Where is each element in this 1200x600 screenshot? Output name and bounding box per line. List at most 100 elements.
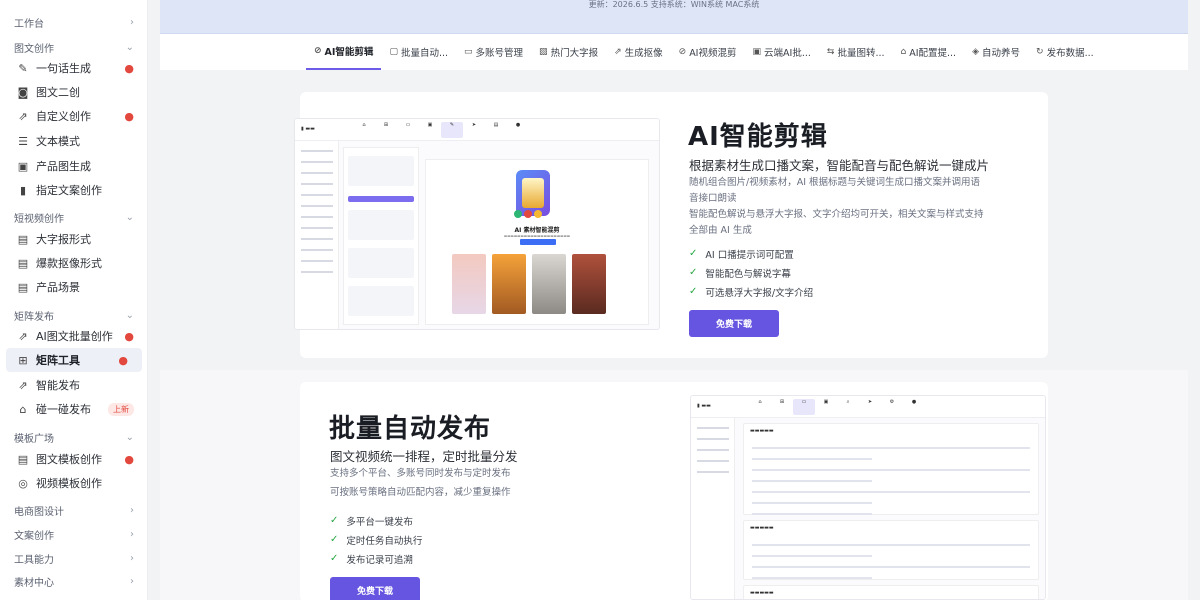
feature-tab[interactable]: ⇗ 生成抠像 bbox=[606, 34, 671, 70]
sidebar-item[interactable]: ▣ 产品图生成 bbox=[0, 154, 148, 178]
tab-label: AI配置提... bbox=[909, 48, 957, 59]
sidebar-item[interactable]: ▤ 爆款抠像形式 bbox=[0, 251, 148, 275]
tab-icon: ⊘ bbox=[678, 47, 687, 57]
chevron-right-icon: › bbox=[130, 16, 134, 28]
sidebar-item[interactable]: ▮ 指定文案创作 bbox=[0, 178, 148, 202]
checklist-item: ✓ 多平台一键发布 bbox=[330, 511, 422, 530]
feature-tab[interactable]: ▭ 多账号管理 bbox=[456, 34, 531, 70]
feature-tab[interactable]: ▣ 云端AI批... bbox=[745, 34, 819, 70]
feature-tab[interactable]: ↻ 发布数据... bbox=[1028, 34, 1102, 70]
feature-tab[interactable]: ⇆ 批量图转... bbox=[819, 34, 893, 70]
document-icon: ☰ bbox=[18, 134, 28, 148]
apple-icon: ● bbox=[124, 61, 134, 75]
sidebar-group[interactable]: 文案创作 › bbox=[0, 524, 148, 544]
checklist-text: 发布记录可追溯 bbox=[346, 554, 413, 566]
mock-color-dots bbox=[514, 210, 544, 218]
feature-tab[interactable]: ◈ 自动养号 bbox=[964, 34, 1028, 70]
sidebar-item[interactable]: ▤ 大字报形式 bbox=[0, 227, 148, 251]
mock-edit-icon: ✎ bbox=[441, 122, 463, 138]
sidebar-group[interactable]: 短视频创作 ⌄ bbox=[0, 207, 148, 227]
sidebar-item[interactable]: ⊞ 矩阵工具 ● bbox=[6, 348, 142, 372]
home-icon: ⌂ bbox=[19, 402, 27, 416]
tab-icon: ▣ bbox=[752, 47, 762, 57]
sidebar-group-label: 工具能力 bbox=[14, 554, 54, 566]
tab-icon: ⌂ bbox=[900, 47, 907, 57]
video-icon: ◎ bbox=[18, 476, 28, 490]
check-icon: ✓ bbox=[689, 248, 698, 259]
tab-icon: ⇆ bbox=[826, 47, 835, 57]
ai-edit-app-screenshot: ▮ ▬▬ ⌂ ⊞ ▭ ▣ ✎ ➤ ▤ ● AI 素材智能混剪 ▬▬▬▬▬▬▬▬▬… bbox=[294, 118, 660, 330]
template-icon: ▤ bbox=[17, 452, 29, 466]
mock-monitor-icon: ▭ bbox=[405, 122, 411, 128]
sidebar-group[interactable]: 电商图设计 › bbox=[0, 500, 148, 520]
feature-tabs-bar: ⊘ AI智能剪辑 ▢ 批量自动... ▭ 多账号管理 ▧ 热门大字报 ⇗ 生成抠像 ⊘ AI视频混剪 ▣… bbox=[160, 34, 1188, 70]
mock-settings-form bbox=[343, 147, 419, 325]
feature-tab[interactable]: ⌂ AI配置提... bbox=[893, 34, 965, 70]
sidebar-item-label: 大字报形式 bbox=[36, 233, 91, 246]
sidebar-item[interactable]: ✎ 一句话生成 ● bbox=[0, 56, 148, 80]
mock-home-icon: ⌂ bbox=[758, 399, 762, 405]
sidebar-group[interactable]: 矩阵发布 ⌄ bbox=[0, 305, 148, 325]
mock-doc-icon: ▤ bbox=[493, 122, 499, 128]
tab-label: 自动养号 bbox=[982, 48, 1021, 59]
apple-icon: ● bbox=[118, 353, 128, 367]
checklist-text: 可选悬浮大字报/文字介绍 bbox=[705, 287, 814, 299]
checklist-item: ✓ 发布记录可追溯 bbox=[330, 549, 422, 568]
tab-label: 热门大字报 bbox=[550, 48, 599, 59]
feature-tab[interactable]: ▧ 热门大字报 bbox=[531, 34, 606, 70]
section-title-batch-publish: 批量自动发布 bbox=[329, 414, 492, 444]
mock-sidebar bbox=[295, 141, 339, 329]
sidebar-item-label: 文本模式 bbox=[36, 135, 80, 148]
pencil-icon: ✎ bbox=[18, 61, 28, 75]
sidebar-item[interactable]: ⇗ 智能发布 bbox=[0, 373, 148, 397]
sidebar-group-label: 短视频创作 bbox=[14, 213, 64, 225]
sidebar-item[interactable]: ◎ 视频模板创作 bbox=[0, 471, 148, 495]
mock-title: AI 素材智能混剪 bbox=[514, 227, 560, 234]
feature-tab[interactable]: ▢ 批量自动... bbox=[381, 34, 456, 70]
checklist-text: 智能配色与解说字幕 bbox=[705, 268, 791, 280]
section-lead-batch-publish: 图文视频统一排程，定时批量分发 bbox=[330, 449, 518, 464]
tab-label: 批量自动... bbox=[400, 48, 449, 59]
sidebar-item-label: 视频模板创作 bbox=[36, 477, 102, 490]
sidebar-item[interactable]: ◙ 图文二创 bbox=[0, 80, 148, 104]
share-icon: ⇗ bbox=[18, 109, 28, 123]
sidebar-item[interactable]: ⇗ 自定义创作 ● bbox=[0, 104, 148, 128]
mock-grid-icon: ⊞ bbox=[383, 122, 389, 128]
mock-send-icon: ➤ bbox=[471, 122, 477, 128]
download-button-ai-edit[interactable]: 免费下载 bbox=[689, 310, 779, 337]
sidebar-group[interactable]: 工具能力 › bbox=[0, 548, 148, 568]
mock-settings-icon: ⚙ bbox=[889, 399, 895, 405]
feature-tab[interactable]: ⊘ AI视频混剪 bbox=[671, 34, 745, 70]
sidebar-item[interactable]: ▤ 产品场景 bbox=[0, 275, 148, 299]
checklist-text: 定时任务自动执行 bbox=[346, 535, 423, 547]
sidebar-item-label: 指定文案创作 bbox=[36, 184, 102, 197]
sidebar-group[interactable]: 模板广场 ⌄ bbox=[0, 427, 148, 447]
template-icon: ▤ bbox=[17, 280, 29, 294]
mock-sidebar bbox=[691, 418, 735, 599]
sidebar-item[interactable]: ☰ 文本模式 bbox=[0, 129, 148, 153]
sidebar-item[interactable]: ⌂ 碰一碰发布 上新 bbox=[0, 397, 148, 421]
template-icon: ▤ bbox=[17, 256, 29, 270]
sidebar-group[interactable]: 素材中心 › bbox=[0, 571, 148, 591]
template-icon: ▤ bbox=[17, 232, 29, 246]
sidebar-group-label: 矩阵发布 bbox=[14, 311, 54, 323]
sidebar-group[interactable]: 工作台 › bbox=[0, 12, 148, 32]
check-icon: ✓ bbox=[330, 553, 339, 564]
sidebar-item-label: 爆款抠像形式 bbox=[36, 257, 102, 270]
sidebar-group[interactable]: 图文创作 ⌄ bbox=[0, 37, 148, 57]
sidebar-item-label: 图文模板创作 bbox=[36, 453, 102, 466]
sidebar-item-label: 自定义创作 bbox=[36, 110, 91, 123]
sidebar-item[interactable]: ⇗ AI图文批量创作 ● bbox=[0, 324, 148, 348]
chevron-right-icon: › bbox=[130, 504, 134, 516]
feature-tab[interactable]: ⊘ AI智能剪辑 bbox=[306, 34, 382, 70]
sidebar: 工作台 › 图文创作 ⌄ ✎ 一句话生成 ● ◙ 图文二创 ⇗ 自定义创作 ● ☰ 文本模式 ▣ 产品图生成 ▮… bbox=[0, 0, 148, 600]
download-button-batch-publish[interactable]: 免费下载 bbox=[330, 577, 420, 600]
sidebar-item[interactable]: ▤ 图文模板创作 ● bbox=[0, 447, 148, 471]
mock-info-icon: ● bbox=[911, 399, 917, 405]
check-icon: ✓ bbox=[330, 515, 339, 526]
mock-toolbar: ▮ ▬▬ ⌂ ⊞ ▭ ▣ ⌕ ➤ ⚙ ● bbox=[691, 396, 1045, 418]
feature-tabs: ⊘ AI智能剪辑 ▢ 批量自动... ▭ 多账号管理 ▧ 热门大字报 ⇗ 生成抠像 ⊘ AI视频混剪 ▣… bbox=[306, 34, 1102, 70]
mock-extra-panel: ▬▬▬▬▬ bbox=[743, 585, 1039, 599]
section-desc-batch-publish-1: 支持多个平台、多账号同时发布与定时发布 bbox=[330, 468, 511, 479]
mock-home-icon: ⌂ bbox=[362, 122, 366, 128]
